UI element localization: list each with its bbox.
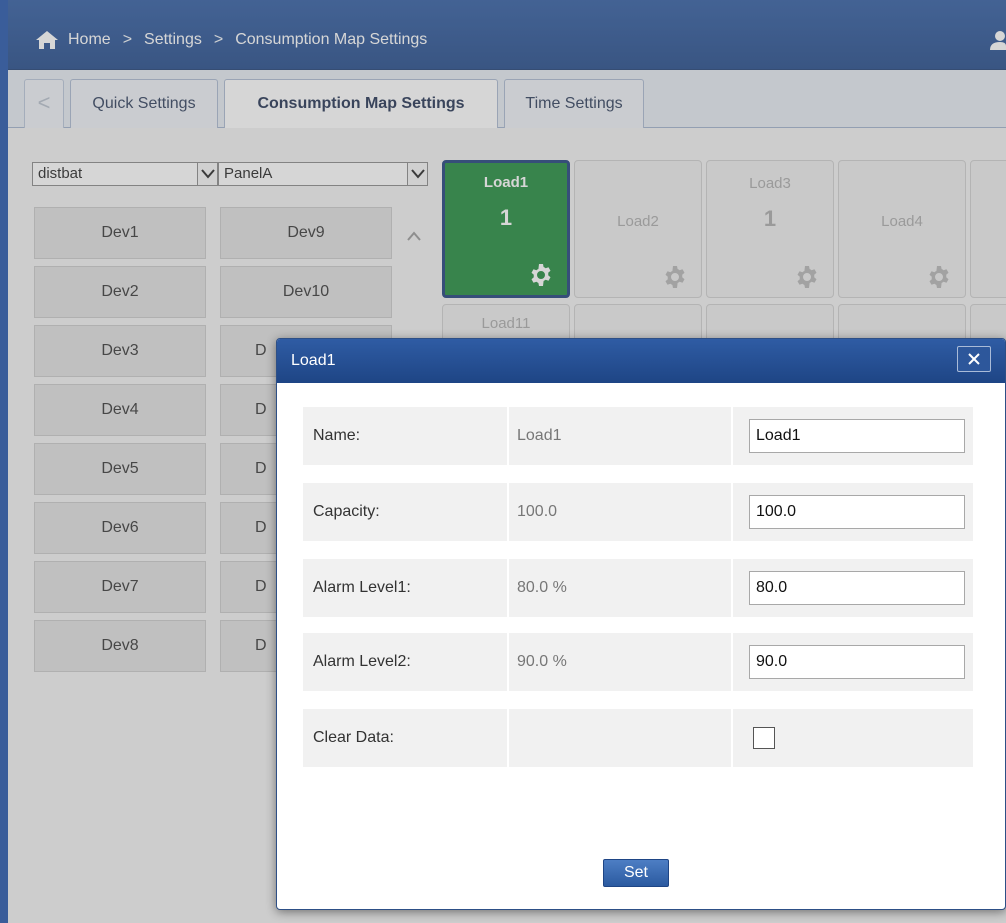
capacity-input[interactable]: [749, 495, 965, 529]
name-input[interactable]: [749, 419, 965, 453]
row-label: Alarm Level2:: [303, 633, 509, 691]
close-button[interactable]: [957, 346, 991, 372]
alarm-level1-input[interactable]: [749, 571, 965, 605]
row-input-cell: [733, 633, 973, 691]
row-label: Capacity:: [303, 483, 509, 541]
dialog-title: Load1: [291, 352, 336, 369]
row-input-cell: [733, 559, 973, 617]
row-input-cell: [733, 407, 973, 465]
row-alarm-level1: Alarm Level1: 80.0 %: [303, 559, 973, 617]
row-current-value: Load1: [509, 407, 733, 465]
alarm-level2-input[interactable]: [749, 645, 965, 679]
row-capacity: Capacity: 100.0: [303, 483, 973, 541]
row-input-cell: [733, 483, 973, 541]
clear-data-checkbox[interactable]: [753, 727, 775, 749]
app-window: Home > Settings > Consumption Map Settin…: [8, 0, 1006, 923]
row-current-value: 100.0: [509, 483, 733, 541]
row-label: Alarm Level1:: [303, 559, 509, 617]
load-settings-dialog: Load1 Name: Load1 Capacity: 100.0 Alarm …: [276, 338, 1006, 910]
row-clear-data: Clear Data:: [303, 709, 973, 767]
row-label: Name:: [303, 407, 509, 465]
close-icon: [968, 353, 980, 365]
row-input-cell: [733, 709, 973, 767]
row-name: Name: Load1: [303, 407, 973, 465]
row-current-value: [509, 709, 733, 767]
row-label: Clear Data:: [303, 709, 509, 767]
set-button[interactable]: Set: [603, 859, 669, 887]
row-current-value: 80.0 %: [509, 559, 733, 617]
row-alarm-level2: Alarm Level2: 90.0 %: [303, 633, 973, 691]
dialog-title-bar: Load1: [277, 339, 1005, 383]
row-current-value: 90.0 %: [509, 633, 733, 691]
left-edge-strip: [0, 0, 8, 923]
